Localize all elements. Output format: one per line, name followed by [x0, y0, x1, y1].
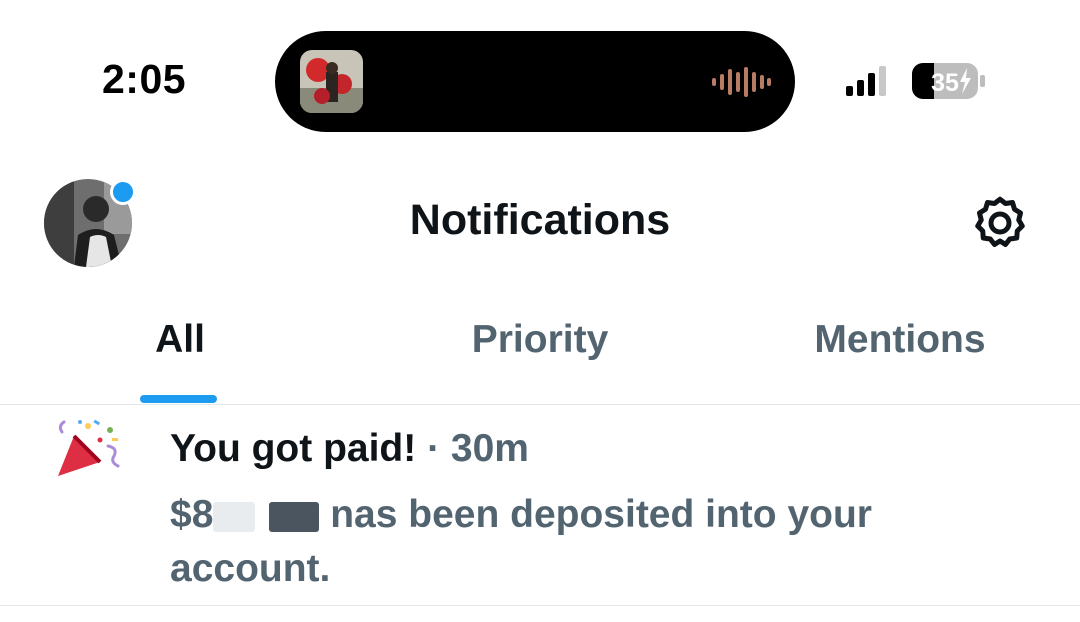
notification-tabs: All Priority Mentions — [0, 318, 1080, 404]
battery-icon: 35 — [912, 62, 986, 105]
redacted-amount — [213, 501, 256, 532]
cellular-signal-icon — [846, 64, 886, 101]
active-tab-indicator — [140, 395, 217, 403]
redacted-amount-2 — [269, 501, 320, 532]
tab-priority[interactable]: Priority — [360, 318, 720, 362]
tabs-divider — [0, 404, 1080, 405]
tab-all[interactable]: All — [0, 318, 360, 362]
audio-waveform-icon — [711, 67, 771, 102]
notification-amount-prefix: $8 — [170, 493, 214, 536]
dynamic-island[interactable] — [275, 31, 795, 132]
party-popper-icon — [52, 418, 122, 482]
notification-separator: · — [427, 427, 441, 470]
notification-body: $8 nas been deposited into your account. — [170, 488, 1030, 596]
notification-heading: You got paid! — [170, 427, 417, 470]
notification-time: 30m — [450, 427, 529, 470]
notification-divider — [0, 605, 1080, 606]
page-title: Notifications — [409, 196, 671, 244]
status-time: 2:05 — [102, 56, 187, 102]
tab-mentions[interactable]: Mentions — [720, 318, 1080, 362]
now-playing-artwork[interactable] — [300, 50, 363, 113]
notification-title: You got paid! · 30m — [170, 427, 529, 471]
battery-level: 35 — [931, 69, 959, 97]
settings-gear-icon[interactable] — [970, 193, 1030, 253]
